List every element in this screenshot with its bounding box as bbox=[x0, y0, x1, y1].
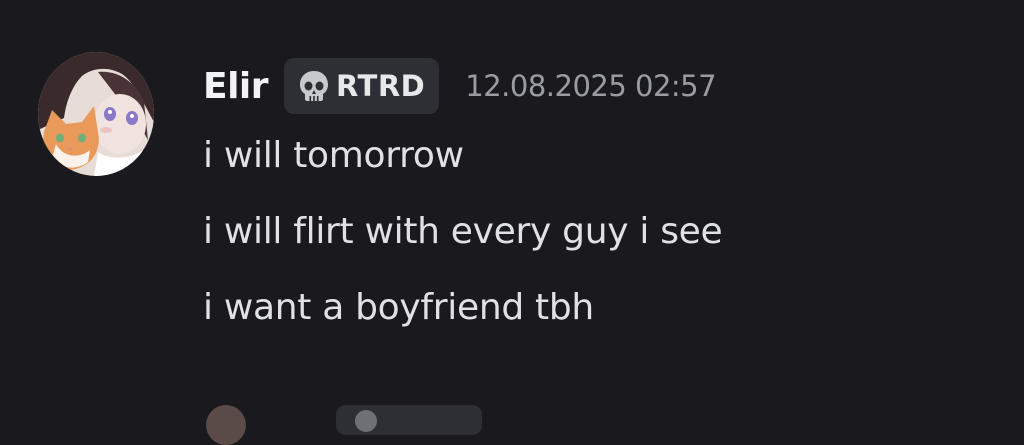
timestamp: 12.08.2025 02:57 bbox=[465, 69, 717, 103]
message-content: i will tomorrow i will flirt with every … bbox=[203, 128, 1003, 356]
server-tag-label: RTRD bbox=[336, 69, 426, 103]
chat-message: Elir RTRD 12.08.2025 02:57 i will tomorr… bbox=[0, 0, 1024, 400]
avatar-image bbox=[38, 52, 154, 176]
server-tag[interactable]: RTRD bbox=[284, 58, 440, 114]
avatar[interactable] bbox=[38, 52, 154, 176]
skull-icon bbox=[300, 71, 329, 101]
next-message-avatar[interactable] bbox=[206, 405, 246, 445]
message-header: Elir RTRD 12.08.2025 02:57 bbox=[203, 58, 717, 114]
message-line: i want a boyfriend tbh bbox=[203, 287, 594, 328]
username[interactable]: Elir bbox=[203, 66, 269, 107]
message-line: i will tomorrow bbox=[203, 135, 464, 176]
message-line: i will flirt with every guy i see bbox=[203, 211, 723, 252]
next-message-tag-icon bbox=[355, 410, 377, 432]
